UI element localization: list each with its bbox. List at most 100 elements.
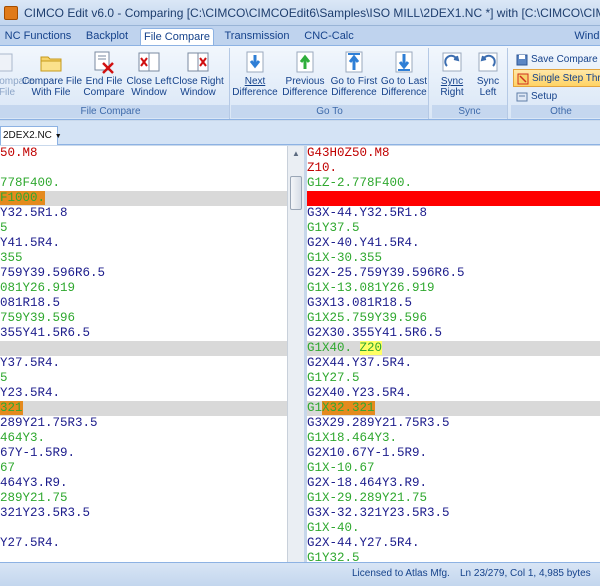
close-right-window-button[interactable]: Close Right Window	[172, 50, 224, 106]
code-line[interactable]: G1X-29.289Y21.75	[307, 491, 600, 506]
setup-button[interactable]: Setup	[513, 88, 600, 106]
code-line[interactable]: 50.M8	[0, 146, 287, 161]
code-line[interactable]: G1X32.321	[307, 401, 600, 416]
arrow-first-icon	[342, 50, 366, 74]
code-line[interactable]: 778F400.	[0, 176, 287, 191]
code-line[interactable]: 67	[0, 461, 287, 476]
code-line[interactable]: G3X13.081R18.5	[307, 296, 600, 311]
code-text: 289Y21.75	[0, 491, 68, 505]
code-text: G3X29.289Y21.75R3.5	[307, 416, 450, 430]
end-file-compare-button[interactable]: End File Compare	[82, 50, 126, 106]
left-editor[interactable]: 50.M8 778F400. F1000. Y32.5R1.8 5 Y41.5R4. 355…	[0, 146, 287, 562]
code-line[interactable]: G2X40.Y23.5R4.	[307, 386, 600, 401]
code-line[interactable]: G1Y32.5	[307, 551, 600, 562]
code-line[interactable]: Z10.	[307, 161, 600, 176]
code-line[interactable]	[0, 521, 287, 536]
group-label-goto: Go To	[231, 105, 428, 118]
code-line[interactable]: 289Y21.75R3.5	[0, 416, 287, 431]
tab-cnc-calc[interactable]: CNC-Calc	[300, 28, 358, 46]
right-editor[interactable]: G43H0Z50.M8 Z10. G1Z-2.778F400. G3X-44.Y32.…	[307, 146, 600, 562]
code-line[interactable]: 355Y41.5R6.5	[0, 326, 287, 341]
code-line[interactable]: G1Y37.5	[307, 221, 600, 236]
code-line[interactable]: 081R18.5	[0, 296, 287, 311]
save-compare-button[interactable]: Save Compare F	[513, 51, 600, 69]
code-line[interactable]: G2X44.Y37.5R4.	[307, 356, 600, 371]
code-line[interactable]: G1X-30.355	[307, 251, 600, 266]
code-text: G2X44.Y37.5R4.	[307, 356, 413, 370]
code-line[interactable]: G3X-44.Y32.5R1.8	[307, 206, 600, 221]
next-difference-button[interactable]: Next Difference	[231, 50, 279, 106]
code-line[interactable]: 759Y39.596R6.5	[0, 266, 287, 281]
code-line[interactable]: G1Y27.5	[307, 371, 600, 386]
code-text: G2X10.67Y-1.5R9.	[307, 446, 428, 460]
code-line[interactable]: G1X40. Z20	[307, 341, 600, 356]
code-line[interactable]: G2X-44.Y27.5R4.	[307, 536, 600, 551]
code-line[interactable]: G1Z-2.778F400.	[307, 176, 600, 191]
code-text: 464Y3.R9.	[0, 476, 68, 490]
code-line[interactable]: 289Y21.75	[0, 491, 287, 506]
code-text: 778F400.	[0, 176, 61, 190]
tab-nc-functions[interactable]: NC Functions	[2, 28, 74, 46]
code-line[interactable]: 759Y39.596	[0, 311, 287, 326]
code-line[interactable]: G2X10.67Y-1.5R9.	[307, 446, 600, 461]
code-line[interactable]: 321Y23.5R3.5	[0, 506, 287, 521]
close-left-window-button[interactable]: Close Left Window	[125, 50, 173, 106]
code-line[interactable]: G2X-18.464Y3.R9.	[307, 476, 600, 491]
compare-file-with-file-button[interactable]: Compare File With File	[22, 50, 82, 106]
single-step-through-button[interactable]: Single Step Thro	[513, 69, 600, 87]
code-line[interactable]: 321	[0, 401, 287, 416]
code-line[interactable]: G43H0Z50.M8	[307, 146, 600, 161]
scroll-thumb[interactable]	[290, 176, 302, 210]
close-right-icon	[186, 50, 210, 74]
tab-backplot[interactable]: Backplot	[78, 28, 136, 46]
code-line[interactable]	[0, 341, 287, 356]
code-line[interactable]: 67Y-1.5R9.	[0, 446, 287, 461]
code-line[interactable]: G1X-13.081Y26.919	[307, 281, 600, 296]
goto-last-difference-button[interactable]: Go to Last Difference	[379, 50, 429, 106]
chevron-down-icon[interactable]: ▼	[55, 133, 62, 140]
tab-file-compare[interactable]: File Compare	[140, 28, 214, 46]
code-line[interactable]	[307, 191, 600, 206]
arrow-last-icon	[392, 50, 416, 74]
code-line[interactable]: G1X25.759Y39.596	[307, 311, 600, 326]
code-line[interactable]: 5	[0, 221, 287, 236]
code-line[interactable]: G3X29.289Y21.75R3.5	[307, 416, 600, 431]
code-line[interactable]: 464Y3.	[0, 431, 287, 446]
code-line[interactable]: 464Y3.R9.	[0, 476, 287, 491]
tab-window[interactable]: Windo	[570, 28, 600, 46]
code-line[interactable]: G1X-10.67	[307, 461, 600, 476]
previous-difference-button[interactable]: Previous Difference	[281, 50, 329, 106]
compare-file-button[interactable]: Compare File	[0, 50, 33, 106]
file-tab-2dex2[interactable]: 2DEX2.NC ▼	[0, 126, 62, 145]
app-logo-icon[interactable]	[4, 6, 18, 20]
code-line[interactable]: G2X-25.759Y39.596R6.5	[307, 266, 600, 281]
code-text: Z10.	[307, 161, 338, 175]
code-line[interactable]: Y32.5R1.8	[0, 206, 287, 221]
code-line[interactable]: Y41.5R4.	[0, 236, 287, 251]
code-line[interactable]: G2X-40.Y41.5R4.	[307, 236, 600, 251]
cimco-edit-window: CIMCO Edit v6.0 - Comparing [C:\CIMCO\CI…	[0, 0, 600, 586]
code-line[interactable]: F1000.	[0, 191, 287, 206]
code-line[interactable]: G1X-40.	[307, 521, 600, 536]
tab-transmission[interactable]: Transmission	[220, 28, 294, 46]
sync-left-button[interactable]: Sync Left	[470, 50, 506, 106]
sync-right-button[interactable]: Sync Right	[434, 50, 470, 106]
code-line[interactable]: Y27.5R4.	[0, 536, 287, 551]
scroll-up-arrow-icon[interactable]: ▲	[288, 146, 304, 162]
code-line[interactable]: 5	[0, 371, 287, 386]
code-text: G1X-40.	[307, 521, 360, 535]
code-line[interactable]	[0, 161, 287, 176]
code-line[interactable]: 355	[0, 251, 287, 266]
code-line[interactable]: 081Y26.919	[0, 281, 287, 296]
code-line[interactable]: G2X30.355Y41.5R6.5	[307, 326, 600, 341]
code-line[interactable]: Y37.5R4.	[0, 356, 287, 371]
code-text: G1	[307, 401, 323, 415]
group-label-sync: Sync	[432, 105, 507, 118]
goto-first-difference-button[interactable]: Go to First Difference	[329, 50, 379, 106]
code-line[interactable]: G1X18.464Y3.	[307, 431, 600, 446]
file-tab-strip: 2DEX2.NC ▼	[0, 121, 600, 145]
code-line[interactable]: Y23.5R4.	[0, 386, 287, 401]
folder-icon	[39, 50, 63, 74]
code-line[interactable]: G3X-32.321Y23.5R3.5	[307, 506, 600, 521]
left-vertical-scrollbar[interactable]: ▲	[287, 146, 304, 562]
